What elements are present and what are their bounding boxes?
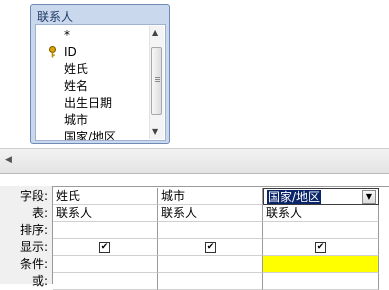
row-header-field: 字段:: [19, 189, 48, 203]
field-cell-active[interactable]: 国家/地区 ▼: [263, 188, 379, 205]
show-checkbox[interactable]: ✔: [205, 242, 216, 253]
key-icon: [49, 46, 56, 58]
dropdown-arrow-icon[interactable]: ▼: [362, 190, 376, 204]
sort-cell[interactable]: [263, 222, 379, 239]
query-design-pane: 联系人 * ID 姓氏 姓名 出生日期 城市 国家/地区 ▲ ▼: [0, 0, 389, 148]
row-header-sort: 排序:: [19, 223, 48, 237]
field-list-scrollbar[interactable]: ▲ ▼: [149, 26, 164, 139]
or-cell[interactable]: [53, 273, 158, 290]
show-cell: ✔: [53, 239, 158, 256]
table-field-list-window[interactable]: 联系人 * ID 姓氏 姓名 出生日期 城市 国家/地区 ▲ ▼: [30, 4, 170, 144]
show-checkbox[interactable]: ✔: [315, 242, 326, 253]
field-item-name[interactable]: 姓名: [64, 78, 88, 94]
table-cell[interactable]: 联系人: [53, 205, 158, 222]
sort-cell[interactable]: [158, 222, 263, 239]
row-header-criteria: 条件:: [19, 257, 48, 271]
row-header-column: 字段: 表: 排序: 显示: 条件: 或:: [0, 186, 53, 288]
show-cell: ✔: [158, 239, 263, 256]
field-cell[interactable]: 城市: [158, 188, 263, 205]
field-item-country[interactable]: 国家/地区: [64, 129, 116, 140]
field-cell[interactable]: 姓氏: [53, 188, 158, 205]
table-title: 联系人: [37, 10, 74, 24]
field-item-surname[interactable]: 姓氏: [64, 61, 88, 77]
scroll-thumb[interactable]: [151, 47, 162, 115]
row-header-table: 表:: [31, 206, 48, 220]
row-header-or: 或:: [31, 274, 48, 288]
row-header-show: 显示:: [19, 240, 48, 254]
or-cell[interactable]: [158, 273, 263, 290]
pane-splitter[interactable]: ◀: [0, 148, 389, 174]
or-cell[interactable]: [263, 273, 379, 290]
criteria-cell[interactable]: [53, 256, 158, 273]
table-cell[interactable]: 联系人: [263, 205, 379, 222]
scroll-down-icon[interactable]: ▼: [152, 128, 158, 136]
show-cell: ✔: [263, 239, 379, 256]
table-cell[interactable]: 联系人: [158, 205, 263, 222]
scroll-up-icon[interactable]: ▲: [152, 29, 158, 37]
field-item-all[interactable]: *: [64, 27, 70, 43]
field-item-birthdate[interactable]: 出生日期: [64, 95, 112, 111]
field-selected-text[interactable]: 国家/地区: [267, 190, 322, 204]
criteria-cell-highlighted[interactable]: [263, 256, 379, 273]
design-grid: 字段: 表: 排序: 显示: 条件: 或: 姓氏 联系人 ✔ 城市 联系人 ✔ …: [0, 186, 389, 290]
field-item-id[interactable]: ID: [64, 44, 77, 60]
field-item-city[interactable]: 城市: [64, 112, 88, 128]
sort-cell[interactable]: [53, 222, 158, 239]
scroll-left-icon[interactable]: ◀: [5, 155, 12, 165]
criteria-cell[interactable]: [158, 256, 263, 273]
show-checkbox[interactable]: ✔: [99, 242, 110, 253]
field-list: * ID 姓氏 姓名 出生日期 城市 国家/地区 ▲ ▼: [35, 24, 166, 141]
